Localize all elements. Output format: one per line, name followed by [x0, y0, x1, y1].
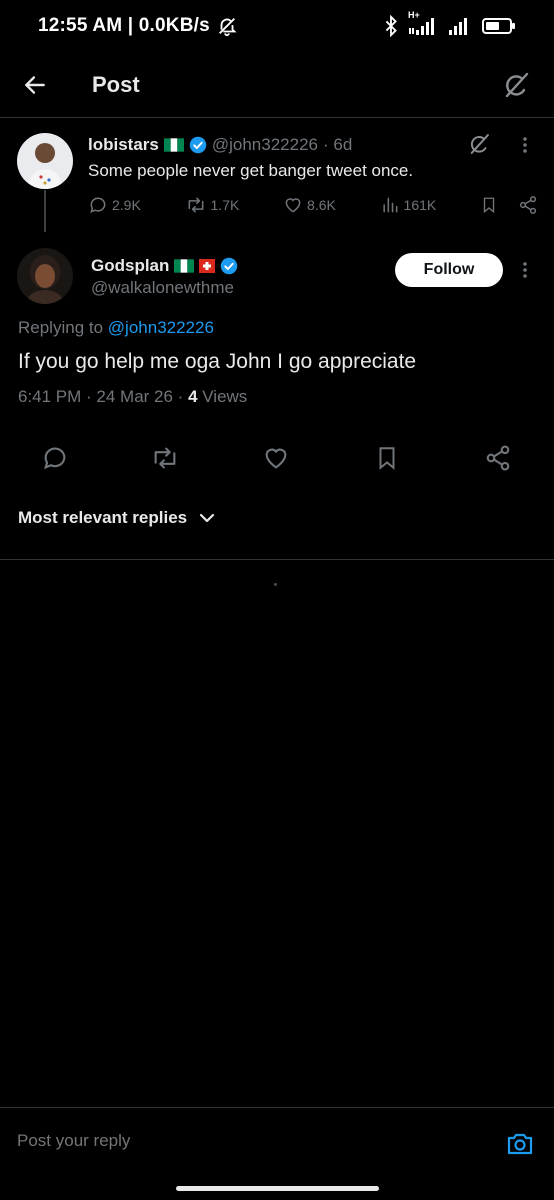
verified-badge-icon	[189, 136, 207, 154]
parent-avatar[interactable]	[17, 133, 73, 189]
follow-button[interactable]: Follow	[395, 253, 503, 287]
reply-input[interactable]	[17, 1131, 238, 1151]
heart-icon	[283, 195, 303, 215]
verified-badge-icon	[220, 257, 238, 275]
replying-handle-link[interactable]: @john322226	[108, 318, 214, 337]
grok-icon[interactable]	[466, 131, 492, 157]
divider	[0, 422, 554, 423]
replies-sort-dropdown[interactable]: Most relevant replies	[18, 508, 215, 528]
home-indicator	[176, 1186, 379, 1191]
main-tweet-header: Godsplan @walkalonewthme Follow	[0, 248, 554, 310]
signal-icon-2	[448, 16, 472, 36]
status-bar: 12:55 AM | 0.0KB/s H+	[0, 0, 554, 52]
network-type-label: H+	[408, 10, 420, 20]
parent-tweet-text: Some people never get banger tweet once.	[88, 161, 414, 180]
reply-composer	[0, 1107, 554, 1179]
views-button[interactable]: 161K	[380, 195, 437, 215]
back-arrow-icon[interactable]	[22, 72, 48, 98]
parent-tweet-actions: 2.9K 1.7K 8.6K 161K	[88, 195, 538, 215]
chevron-down-icon	[199, 512, 215, 524]
more-options-icon[interactable]	[517, 135, 533, 155]
status-right: H+	[384, 10, 516, 37]
battery-icon	[482, 16, 516, 36]
share-icon[interactable]	[518, 195, 538, 215]
like-count: 8.6K	[307, 197, 336, 213]
reply-icon	[88, 195, 108, 215]
like-button[interactable]: 8.6K	[283, 195, 336, 215]
nigeria-flag-icon	[174, 259, 195, 273]
reply-button[interactable]: 2.9K	[88, 195, 141, 215]
reply-count: 2.9K	[112, 197, 141, 213]
repost-icon[interactable]	[149, 444, 181, 472]
tweet-timestamp: 6:41 PM · 24 Mar 26 ·	[18, 387, 189, 406]
signal-icon: H+	[408, 10, 438, 36]
camera-icon[interactable]	[506, 1130, 534, 1156]
thread-connector-line	[44, 190, 46, 232]
views-count[interactable]: 4	[188, 387, 197, 406]
views-count: 161K	[403, 197, 437, 213]
main-avatar[interactable]	[17, 248, 73, 304]
bluetooth-icon	[384, 15, 398, 37]
main-tweet-actions	[0, 436, 554, 480]
tweet-age: · 6d	[323, 135, 353, 154]
heart-icon[interactable]	[262, 444, 290, 472]
views-icon	[380, 195, 400, 215]
main-author-row: Godsplan	[91, 256, 238, 276]
author-name[interactable]: Godsplan	[91, 256, 169, 276]
grok-icon[interactable]	[500, 69, 532, 101]
parent-tweet[interactable]: lobistars @john322226 · 6d Some people n…	[0, 119, 554, 249]
replying-to: Replying to @john322226	[18, 318, 214, 338]
bookmark-icon[interactable]	[374, 444, 400, 472]
loading-indicator	[274, 583, 277, 586]
repost-icon	[185, 195, 207, 215]
bookmark-icon[interactable]	[480, 195, 498, 215]
repost-button[interactable]: 1.7K	[185, 195, 240, 215]
page-title: Post	[92, 71, 140, 97]
more-options-icon[interactable]	[517, 260, 533, 280]
top-app-bar: Post	[0, 52, 554, 118]
author-handle[interactable]: @john322226	[212, 135, 318, 155]
alarm-off-icon	[216, 15, 238, 37]
tweet-meta: 6:41 PM · 24 Mar 26 · 4 Views	[18, 387, 247, 407]
status-time: 12:55 AM | 0.0KB/s	[38, 15, 210, 36]
switzerland-flag-icon	[199, 259, 216, 273]
replies-sort-label: Most relevant replies	[18, 508, 188, 527]
replies-divider	[0, 559, 554, 560]
nigeria-flag-icon	[163, 138, 184, 152]
share-icon[interactable]	[484, 444, 512, 472]
author-name[interactable]: lobistars	[88, 135, 159, 155]
author-handle[interactable]: @walkalonewthme	[91, 278, 234, 298]
parent-tweet-header: lobistars @john322226 · 6d	[88, 135, 352, 155]
status-left: 12:55 AM | 0.0KB/s	[38, 15, 238, 37]
parent-bookmark-share	[480, 195, 538, 215]
repost-count: 1.7K	[210, 197, 240, 213]
replying-prefix: Replying to	[18, 318, 104, 337]
reply-icon[interactable]	[41, 444, 69, 472]
main-tweet-text: If you go help me oga John I go apprecia…	[18, 350, 417, 373]
views-label: Views	[197, 387, 248, 406]
